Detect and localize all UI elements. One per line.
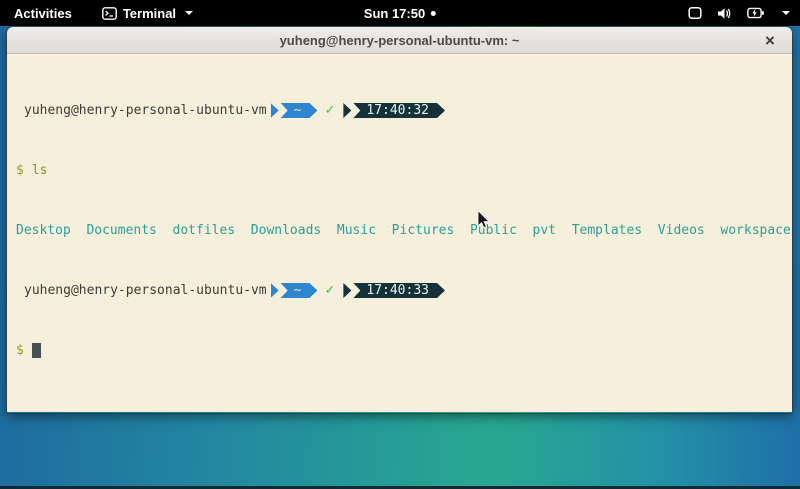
terminal-content[interactable]: yuheng@henry-personal-ubuntu-vm ~ ✓ 17:4… — [7, 54, 792, 412]
system-menu[interactable] — [688, 6, 790, 20]
status-check-icon: ✓ — [324, 103, 335, 118]
prompt-line: yuheng@henry-personal-ubuntu-vm ~ ✓ 17:4… — [16, 283, 790, 298]
prompt-dollar: $ — [16, 343, 24, 358]
time-segment: 17:40:33 — [353, 283, 445, 298]
command-text: ls — [32, 163, 48, 178]
command-line: $ — [16, 343, 790, 358]
volume-icon — [717, 7, 732, 20]
powerline-arrow-icon — [271, 283, 279, 298]
notification-dot-icon — [431, 11, 436, 16]
prompt-user-host: yuheng@henry-personal-ubuntu-vm — [24, 103, 267, 118]
chevron-down-icon — [782, 11, 790, 15]
cwd-segment: ~ — [281, 283, 318, 298]
app-menu[interactable]: Terminal — [102, 6, 193, 21]
block-cursor — [32, 343, 41, 358]
status-check-icon: ✓ — [324, 283, 335, 298]
window-titlebar[interactable]: yuheng@henry-personal-ubuntu-vm: ~ × — [7, 27, 792, 54]
ls-output-line: Desktop Documents dotfiles Downloads Mus… — [16, 223, 790, 238]
terminal-app-icon — [102, 7, 117, 20]
prompt-line: yuheng@henry-personal-ubuntu-vm ~ ✓ 17:4… — [16, 103, 790, 118]
clock-button[interactable]: Sun 17:50 — [364, 6, 436, 21]
display-icon — [688, 6, 702, 20]
cwd-segment: ~ — [281, 103, 318, 118]
top-bar: Activities Terminal Sun 17:50 — [0, 0, 800, 26]
close-button[interactable]: × — [758, 27, 782, 53]
prompt-user-host: yuheng@henry-personal-ubuntu-vm — [24, 283, 267, 298]
battery-charging-icon — [747, 7, 764, 19]
app-menu-label: Terminal — [123, 6, 176, 21]
powerline-arrow-icon — [343, 103, 351, 118]
powerline-arrow-icon — [343, 283, 351, 298]
prompt-dollar: $ — [16, 163, 24, 178]
chevron-down-icon — [185, 11, 193, 15]
clock-label: Sun 17:50 — [364, 6, 425, 21]
time-segment: 17:40:32 — [353, 103, 445, 118]
close-icon: × — [765, 32, 775, 49]
mouse-cursor — [477, 210, 492, 237]
command-line: $ ls — [16, 163, 790, 178]
terminal-window: yuheng@henry-personal-ubuntu-vm: ~ × yuh… — [7, 27, 792, 413]
activities-button[interactable]: Activities — [10, 6, 76, 21]
powerline-arrow-icon — [271, 103, 279, 118]
window-title: yuheng@henry-personal-ubuntu-vm: ~ — [280, 33, 520, 48]
